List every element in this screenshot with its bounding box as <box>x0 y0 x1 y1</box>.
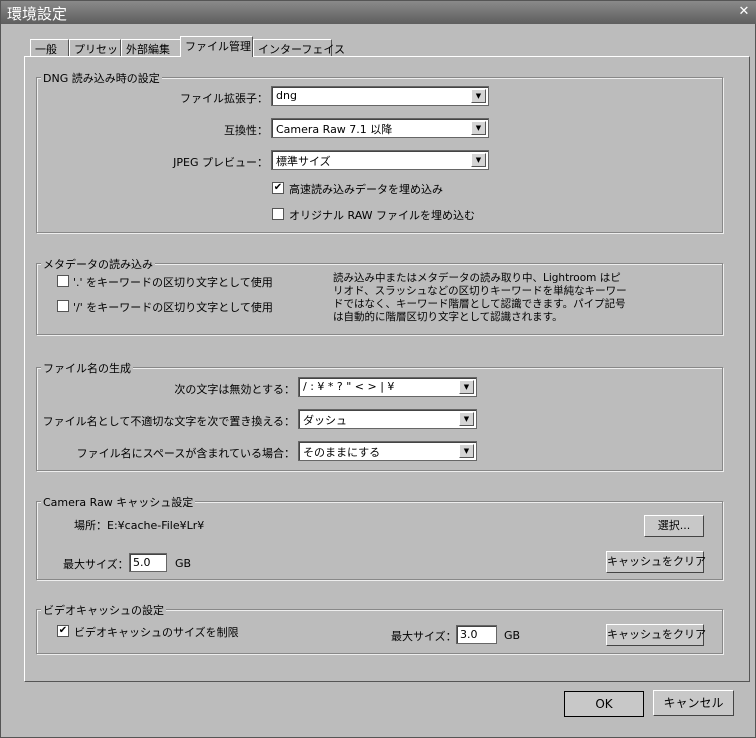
jpeg-preview-label: JPEG プレビュー： <box>173 156 268 169</box>
jpeg-preview-dropdown[interactable]: 標準サイズ ▼ <box>271 150 489 170</box>
chevron-down-icon: ▼ <box>459 444 474 458</box>
window-title: 環境設定 <box>7 5 68 23</box>
replace-chars-dropdown[interactable]: ダッシュ ▼ <box>298 409 477 429</box>
fast-load-checkbox[interactable]: ✔ <box>272 182 284 194</box>
video-max-size-label: 最大サイズ： <box>391 630 457 643</box>
chevron-down-icon: ▼ <box>471 89 486 103</box>
camera-raw-max-size-input[interactable]: 5.0 <box>129 553 167 572</box>
cancel-button[interactable]: キャンセル <box>653 690 734 716</box>
tab-general[interactable]: 一般 <box>30 39 69 57</box>
compatibility-dropdown[interactable]: Camera Raw 7.1 以降 ▼ <box>271 118 489 138</box>
dng-group-title: DNG 読み込み時の設定 <box>41 70 162 86</box>
tab-interface[interactable]: インターフェイス <box>253 39 345 57</box>
tab-presets[interactable]: プリセット <box>69 39 129 57</box>
metadata-description: 読み込み中またはメタデータの読み取り中、Lightroom はピリオド、スラッシ… <box>333 272 627 323</box>
close-icon[interactable]: ✕ <box>737 5 751 19</box>
clear-video-cache-button[interactable]: キャッシュをクリア <box>606 624 706 646</box>
limit-video-cache-label: ビデオキャッシュのサイズを制限 <box>74 626 239 639</box>
video-unit: GB <box>504 629 521 642</box>
replace-chars-label: ファイル名として不適切な文字を次で置き換える： <box>42 415 295 428</box>
illegal-chars-label: 次の文字は無効とする： <box>174 383 295 396</box>
file-extension-label: ファイル拡張子： <box>180 92 268 105</box>
chevron-down-icon: ▼ <box>459 380 474 394</box>
ok-button[interactable]: OK <box>564 691 644 717</box>
file-extension-dropdown[interactable]: dng ▼ <box>271 86 489 106</box>
dot-separator-label: '.' をキーワードの区切り文字として使用 <box>73 276 273 289</box>
chevron-down-icon: ▼ <box>471 121 486 135</box>
illegal-chars-dropdown[interactable]: / : ¥ * ? " < > | ¥ ▼ <box>298 377 477 397</box>
compatibility-label: 互換性： <box>224 124 268 137</box>
chevron-down-icon: ▼ <box>459 412 474 426</box>
dot-separator-checkbox[interactable] <box>57 275 69 287</box>
slash-separator-checkbox[interactable] <box>57 300 69 312</box>
tab-external-editing[interactable]: 外部編集 <box>121 39 181 57</box>
video-cache-title: ビデオキャッシュの設定 <box>41 602 166 618</box>
fast-load-label: 高速読み込みデータを埋め込み <box>289 183 443 196</box>
filename-group-title: ファイル名の生成 <box>41 360 133 376</box>
embed-raw-checkbox[interactable] <box>272 208 284 220</box>
metadata-group-title: メタデータの読み込み <box>41 256 155 272</box>
camera-raw-cache-title: Camera Raw キャッシュ設定 <box>41 494 196 510</box>
cache-location: 場所：E:¥cache-File¥Lr¥ <box>74 519 205 532</box>
title-bar: 環境設定 <box>1 1 756 24</box>
video-max-size-input[interactable]: 3.0 <box>456 625 497 644</box>
spaces-dropdown[interactable]: そのままにする ▼ <box>298 441 477 461</box>
spaces-label: ファイル名にスペースが含まれている場合： <box>76 447 295 460</box>
slash-separator-label: '/' をキーワードの区切り文字として使用 <box>73 301 273 314</box>
clear-camera-raw-cache-button[interactable]: キャッシュをクリア <box>606 551 706 573</box>
embed-raw-label: オリジナル RAW ファイルを埋め込む <box>289 209 475 222</box>
chevron-down-icon: ▼ <box>471 153 486 167</box>
choose-location-button[interactable]: 選択... <box>644 515 704 537</box>
tab-file-handling[interactable]: ファイル管理 <box>180 36 253 57</box>
camera-raw-unit: GB <box>175 557 192 570</box>
limit-video-cache-checkbox[interactable]: ✔ <box>57 625 69 637</box>
camera-raw-max-size-label: 最大サイズ： <box>63 558 129 571</box>
